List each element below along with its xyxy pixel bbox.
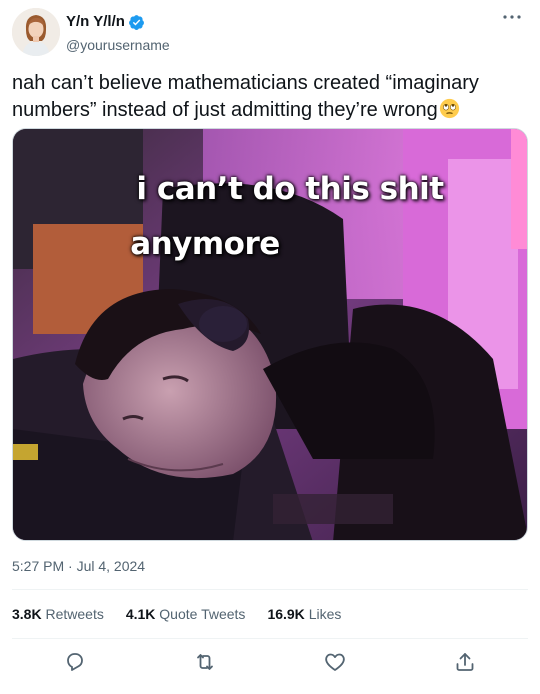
divider — [12, 638, 528, 639]
meme-caption-line-1: i can’t do this shit — [136, 171, 444, 207]
tweet-text: nah can’t believe mathematicians created… — [12, 70, 528, 124]
tweet-timestamp[interactable]: 5:27 PM · Jul 4, 2024 — [12, 558, 145, 574]
face-with-rolling-eyes-emoji — [439, 98, 459, 119]
more-options-icon[interactable] — [500, 10, 524, 24]
tweet-media-image[interactable]: i can’t do this shit anymore — [12, 128, 528, 541]
divider — [12, 589, 528, 590]
retweet-icon[interactable] — [193, 650, 217, 674]
heart-icon[interactable] — [323, 650, 347, 674]
author-avatar[interactable] — [12, 8, 60, 56]
tweet-text-body: nah can’t believe mathematicians created… — [12, 72, 479, 121]
display-name-text: Y/n Y/l/n — [66, 13, 125, 30]
verified-badge-icon — [128, 14, 144, 30]
retweets-label: Retweets — [45, 606, 104, 622]
meme-caption-line-2: anymore — [130, 226, 280, 262]
quote-tweets-stat[interactable]: 4.1K Quote Tweets — [126, 606, 246, 622]
retweets-stat[interactable]: 3.8K Retweets — [12, 606, 104, 622]
author-display-name[interactable]: Y/n Y/l/n — [66, 13, 145, 31]
avatar-image — [12, 8, 60, 56]
share-icon[interactable] — [453, 650, 477, 674]
tweet-header: Y/n Y/l/n @yourusername — [0, 0, 540, 62]
tweet-stats: 3.8K Retweets 4.1K Quote Tweets 16.9K Li… — [12, 606, 341, 622]
likes-stat[interactable]: 16.9K Likes — [267, 606, 341, 622]
reply-icon[interactable] — [63, 650, 87, 674]
likes-count: 16.9K — [267, 606, 305, 622]
author-handle[interactable]: @yourusername — [66, 36, 170, 54]
quote-tweets-label: Quote Tweets — [159, 606, 246, 622]
retweets-count: 3.8K — [12, 606, 42, 622]
quote-tweets-count: 4.1K — [125, 606, 156, 622]
likes-label: Likes — [308, 606, 342, 622]
tweet-actions — [0, 650, 540, 674]
